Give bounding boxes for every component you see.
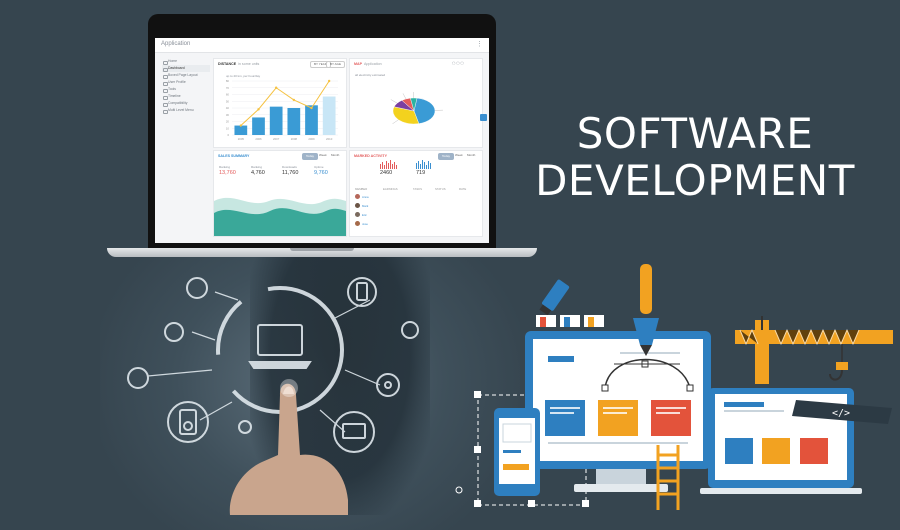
paint-pots <box>536 315 604 327</box>
marker-icon <box>538 279 570 317</box>
main-monitor <box>525 331 711 492</box>
crane-icon <box>735 316 893 384</box>
svg-text:</>: </> <box>832 408 850 419</box>
ladder-icon <box>658 445 678 510</box>
dev-illustration: </> <box>0 0 900 515</box>
small-ring <box>456 487 462 493</box>
phone-device <box>494 408 540 496</box>
